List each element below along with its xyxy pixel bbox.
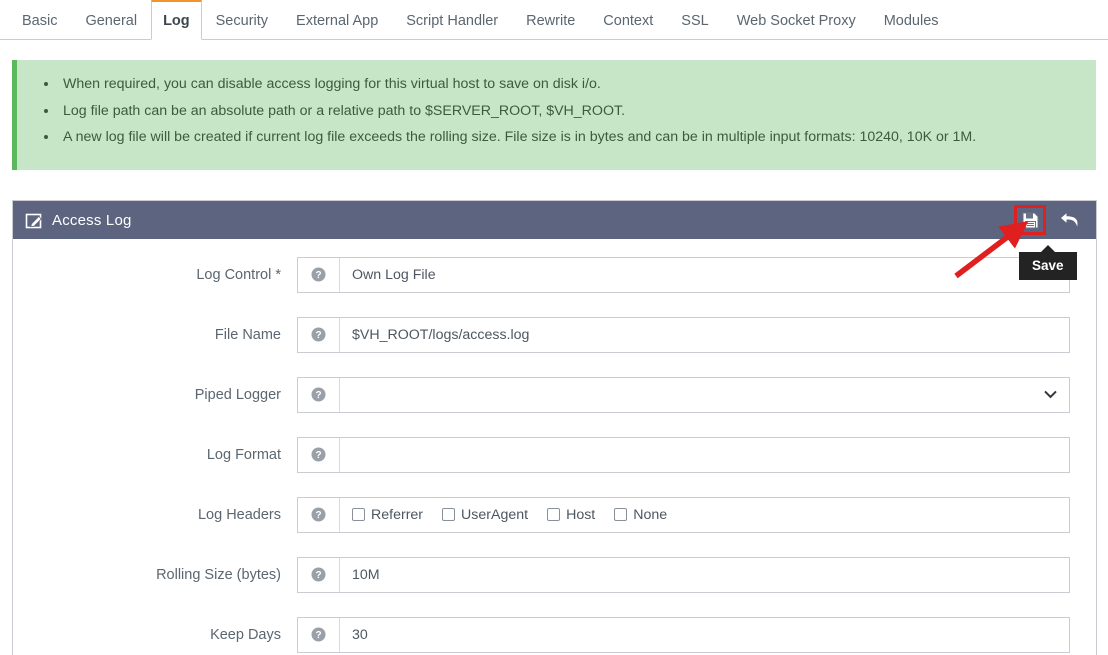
- checkbox-label: Host: [566, 506, 596, 523]
- select-log-control[interactable]: Own Log File: [340, 258, 1069, 292]
- form-row-rolling-size-bytes: Rolling Size (bytes)? 10M: [13, 551, 1096, 598]
- field-log-headers: ? Referrer UserAgent Host None: [297, 496, 1070, 533]
- help-icon[interactable]: ?: [298, 437, 340, 472]
- tab-list: Basic General Log Security External App Scrip…: [0, 0, 1108, 40]
- notice-list: When required, you can disable access lo…: [17, 60, 1096, 149]
- tab-security[interactable]: Security: [202, 1, 282, 40]
- label-log-control: Log Control *: [196, 266, 281, 283]
- input-keep-days[interactable]: 30: [340, 618, 1069, 652]
- tab-web-socket-proxy[interactable]: Web Socket Proxy: [723, 1, 870, 40]
- help-icon[interactable]: ?: [298, 377, 340, 412]
- label-log-format: Log Format: [206, 446, 281, 463]
- tab-general[interactable]: General: [71, 1, 151, 40]
- label-rolling-size-bytes: Rolling Size (bytes): [156, 566, 281, 583]
- form-row-log-control: Log Control *? Own Log File: [13, 251, 1096, 298]
- value-log-headers: Referrer UserAgent Host None: [340, 498, 1069, 532]
- checkbox-label: UserAgent: [461, 506, 529, 523]
- panel-header-actions: [1014, 205, 1086, 235]
- tab-basic[interactable]: Basic: [8, 1, 71, 40]
- value-keep-days: 30: [352, 626, 368, 643]
- access-log-form: Log Control *? Own Log File File Name? $VH_…: [13, 239, 1096, 655]
- floppy-disk-save-icon[interactable]: [1014, 205, 1046, 235]
- value-file-name: $VH_ROOT/logs/access.log: [352, 326, 530, 343]
- field-keep-days[interactable]: ? 30: [297, 616, 1070, 653]
- checkbox-none[interactable]: None: [614, 507, 667, 523]
- checkbox-box[interactable]: [614, 508, 628, 521]
- svg-text:?: ?: [315, 450, 321, 461]
- value-rolling-size-bytes: 10M: [352, 566, 380, 583]
- tab-log[interactable]: Log: [151, 0, 202, 40]
- help-icon[interactable]: ?: [298, 557, 340, 592]
- save-tooltip: Save: [1019, 245, 1077, 280]
- form-row-piped-logger: Piped Logger?: [13, 371, 1096, 418]
- notice-item: When required, you can disable access lo…: [59, 74, 1078, 96]
- field-file-name[interactable]: ? $VH_ROOT/logs/access.log: [297, 316, 1070, 353]
- access-log-panel: Access Log Log Control * ? Own Log File …: [12, 200, 1097, 655]
- notice-item: A new log file will be created if curren…: [59, 127, 1078, 149]
- edit-pencil-icon: [25, 211, 44, 230]
- panel-title: Access Log: [52, 211, 132, 229]
- input-rolling-size-bytes[interactable]: 10M: [340, 558, 1069, 592]
- tab-ssl[interactable]: SSL: [667, 1, 722, 40]
- input-file-name[interactable]: $VH_ROOT/logs/access.log: [340, 318, 1069, 352]
- checkbox-referrer[interactable]: Referrer: [352, 507, 423, 523]
- field-log-control[interactable]: ? Own Log File: [297, 256, 1070, 293]
- form-row-keep-days: Keep Days? 30: [13, 611, 1096, 655]
- field-piped-logger[interactable]: ?: [297, 376, 1070, 413]
- input-log-format[interactable]: [340, 438, 1069, 472]
- help-icon[interactable]: ?: [298, 257, 340, 292]
- form-row-log-format: Log Format?: [13, 431, 1096, 478]
- notice-item: Log file path can be an absolute path or…: [59, 101, 1078, 123]
- page-root: Basic General Log Security External App Scrip…: [0, 0, 1108, 655]
- checkbox-box[interactable]: [547, 508, 561, 521]
- help-icon[interactable]: ?: [298, 317, 340, 352]
- log-headers-checkbox-group: Referrer UserAgent Host None: [352, 507, 667, 523]
- checkbox-host[interactable]: Host: [547, 507, 595, 523]
- checkbox-useragent[interactable]: UserAgent: [442, 507, 528, 523]
- svg-text:?: ?: [315, 390, 321, 401]
- svg-text:?: ?: [315, 270, 321, 281]
- select-piped-logger[interactable]: [340, 378, 1069, 412]
- checkbox-box[interactable]: [442, 508, 456, 521]
- checkbox-label: Referrer: [371, 506, 424, 523]
- tab-external-app[interactable]: External App: [282, 1, 392, 40]
- svg-text:?: ?: [315, 510, 321, 521]
- value-log-control: Own Log File: [352, 266, 436, 283]
- chevron-down-icon[interactable]: [1044, 387, 1057, 403]
- label-keep-days: Keep Days: [210, 626, 281, 643]
- panel-header: Access Log: [13, 201, 1096, 239]
- form-row-log-headers: Log Headers? Referrer UserAgent Host None: [13, 491, 1096, 538]
- svg-text:?: ?: [315, 330, 321, 341]
- checkbox-label: None: [633, 506, 668, 523]
- form-row-file-name: File Name? $VH_ROOT/logs/access.log: [13, 311, 1096, 358]
- tab-modules[interactable]: Modules: [870, 1, 953, 40]
- tab-context[interactable]: Context: [589, 1, 667, 40]
- label-piped-logger: Piped Logger: [194, 386, 281, 403]
- undo-arrow-icon[interactable]: [1060, 211, 1080, 229]
- svg-text:?: ?: [315, 570, 321, 581]
- field-rolling-size-bytes[interactable]: ? 10M: [297, 556, 1070, 593]
- tab-rewrite[interactable]: Rewrite: [512, 1, 589, 40]
- help-icon[interactable]: ?: [298, 497, 340, 532]
- label-log-headers: Log Headers: [197, 506, 281, 523]
- svg-text:?: ?: [315, 630, 321, 641]
- tab-bar: Basic General Log Security External App Scrip…: [0, 0, 1108, 40]
- help-icon[interactable]: ?: [298, 617, 340, 652]
- tab-script-handler[interactable]: Script Handler: [392, 1, 512, 40]
- checkbox-box[interactable]: [352, 508, 365, 521]
- label-file-name: File Name: [214, 326, 281, 343]
- info-notice: When required, you can disable access lo…: [12, 60, 1096, 170]
- field-log-format[interactable]: ?: [297, 436, 1070, 473]
